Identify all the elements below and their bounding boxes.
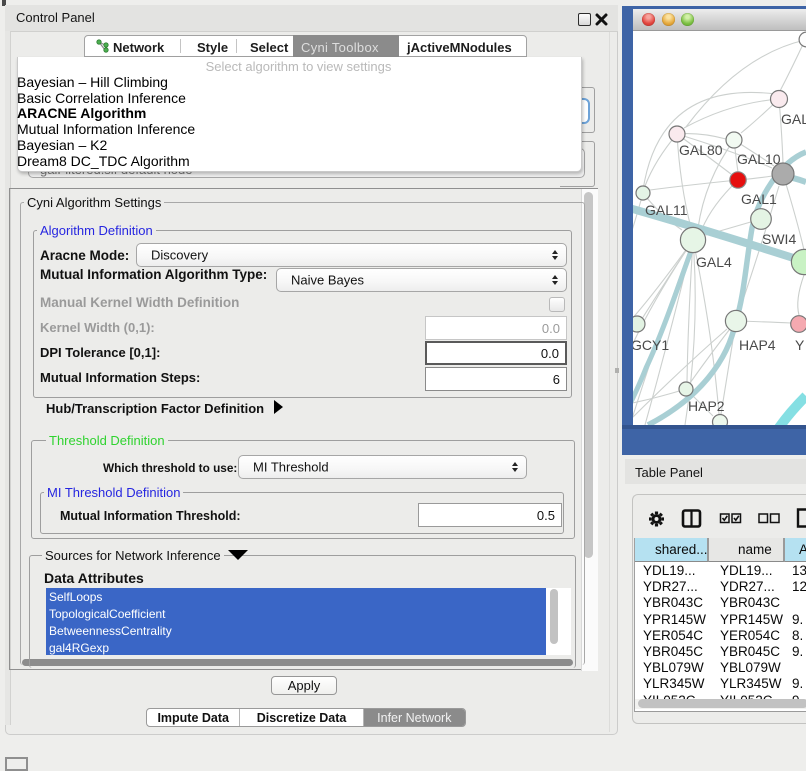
- svg-text:SWI4: SWI4: [762, 231, 796, 247]
- svg-text:GAL80: GAL80: [679, 142, 723, 158]
- svg-text:GAL10: GAL10: [737, 151, 781, 167]
- svg-text:GAL1: GAL1: [741, 191, 777, 207]
- svg-text:GAL4: GAL4: [696, 254, 732, 270]
- svg-text:GAL2: GAL2: [781, 111, 806, 127]
- svg-text:GAL11: GAL11: [645, 202, 688, 218]
- svg-text:HAP4: HAP4: [739, 337, 776, 353]
- svg-text:Y: Y: [795, 337, 805, 353]
- svg-text:GCY1: GCY1: [633, 337, 669, 353]
- svg-text:HAP2: HAP2: [688, 398, 725, 414]
